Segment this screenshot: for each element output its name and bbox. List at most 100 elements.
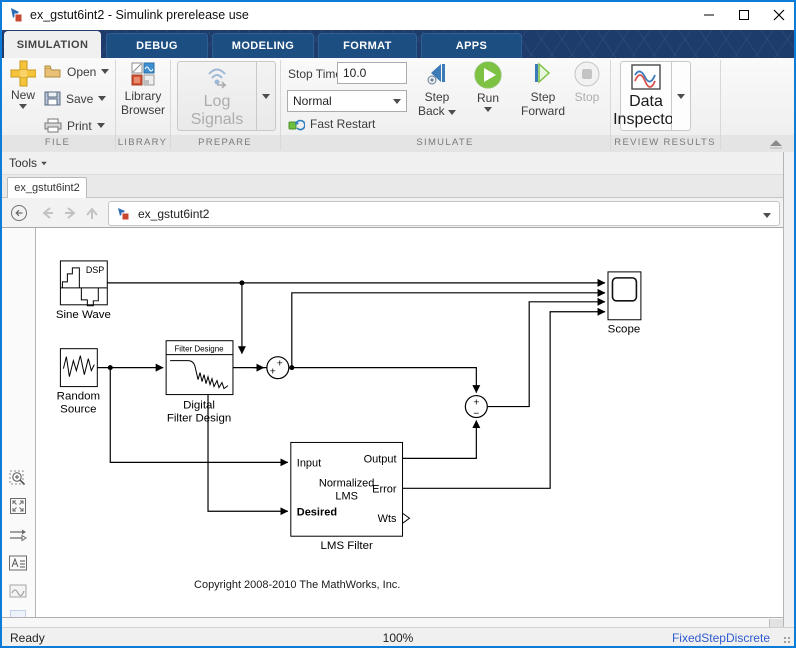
maximize-button[interactable] bbox=[727, 0, 761, 30]
step-back-icon bbox=[427, 64, 445, 85]
fit-to-view-icon[interactable] bbox=[8, 496, 28, 516]
step-forward-button[interactable]: Step Forward bbox=[518, 60, 568, 118]
random-source-block[interactable]: Random Source bbox=[57, 348, 100, 416]
fast-restart-icon bbox=[288, 119, 305, 130]
zoom-region-icon[interactable] bbox=[8, 468, 28, 488]
model-canvas[interactable]: DSP Sine Wave Random Source Filter Desig… bbox=[37, 228, 783, 617]
tab-debug[interactable]: DEBUG bbox=[106, 33, 208, 58]
model-address-bar[interactable]: ex_gstut6int2 bbox=[108, 201, 780, 226]
block-center-label: LMS bbox=[335, 490, 358, 502]
tab-simulation[interactable]: SIMULATION bbox=[4, 31, 101, 58]
log-signals-icon bbox=[208, 68, 227, 89]
open-button[interactable]: Open bbox=[44, 64, 110, 79]
filter-header: Filter Designe bbox=[174, 345, 224, 354]
stop-time-input[interactable]: 10.0 bbox=[337, 62, 407, 84]
fast-restart-toggle[interactable]: Fast Restart bbox=[288, 117, 375, 131]
caret-down-icon bbox=[98, 96, 107, 101]
caret-down-icon bbox=[262, 93, 270, 99]
log-signals-button[interactable]: Log Signals bbox=[177, 61, 257, 131]
caret-down-icon bbox=[763, 212, 771, 218]
tools-menu[interactable]: Tools bbox=[9, 156, 37, 170]
annotation-icon[interactable] bbox=[8, 553, 28, 573]
dsp-badge: DSP bbox=[86, 265, 104, 275]
caret-down-icon bbox=[96, 123, 105, 128]
library-browser-icon bbox=[131, 62, 155, 86]
block-label: Sine Wave bbox=[56, 309, 111, 321]
block-label: LMS Filter bbox=[321, 540, 373, 552]
run-button[interactable]: Run bbox=[466, 60, 510, 112]
sum-sign: + bbox=[473, 398, 479, 409]
port-label: Output bbox=[364, 453, 397, 465]
document-tab-bar: ex_gstut6int2 bbox=[0, 175, 796, 198]
sum-block-1[interactable]: + + bbox=[266, 356, 290, 380]
stop-button: Stop bbox=[570, 60, 604, 104]
scope-block[interactable]: Scope bbox=[607, 271, 642, 336]
port-label: Desired bbox=[297, 506, 337, 518]
stop-icon bbox=[574, 61, 600, 87]
right-margin bbox=[783, 152, 796, 627]
prepare-section-label: PREPARE bbox=[198, 137, 252, 148]
digital-filter-design-block[interactable]: Filter Designe Digital Filter Design bbox=[165, 340, 234, 425]
caret-down-icon bbox=[41, 161, 47, 165]
sum-sign: + bbox=[270, 367, 276, 378]
navigation-bar: ex_gstut6int2 bbox=[0, 198, 796, 228]
run-icon bbox=[474, 61, 502, 89]
address-dropdown[interactable] bbox=[763, 207, 771, 221]
close-button[interactable] bbox=[762, 0, 796, 30]
library-browser-button[interactable]: Library Browser bbox=[119, 62, 167, 117]
back-button bbox=[40, 206, 56, 225]
simulation-mode-select[interactable]: Normal bbox=[287, 90, 407, 112]
tab-apps[interactable]: APPS bbox=[421, 33, 522, 58]
document-tab[interactable]: ex_gstut6int2 bbox=[7, 177, 87, 198]
status-bar: Ready 100% FixedStepDiscrete bbox=[0, 627, 796, 646]
forward-button bbox=[62, 206, 78, 225]
lms-filter-block[interactable]: Input Desired Output Error Wts Normalize… bbox=[290, 441, 411, 552]
caret-down-icon bbox=[101, 69, 110, 74]
breadcrumb-model-name: ex_gstut6int2 bbox=[138, 206, 210, 221]
model-badge-icon bbox=[116, 206, 132, 222]
block-label: Random bbox=[57, 391, 100, 403]
caret-down-icon bbox=[484, 107, 492, 112]
data-inspector-caret[interactable] bbox=[672, 61, 691, 131]
caret-down-icon bbox=[19, 104, 27, 109]
log-signals-caret[interactable] bbox=[257, 61, 276, 131]
copyright-annotation: Copyright 2008-2010 The MathWorks, Inc. bbox=[194, 579, 400, 591]
window-title: ex_gstut6int2 - Simulink prerelease use bbox=[30, 8, 249, 22]
up-to-parent-button bbox=[84, 206, 100, 225]
minimize-button[interactable] bbox=[692, 0, 726, 30]
step-forward-icon bbox=[535, 62, 551, 84]
tab-modeling[interactable]: MODELING bbox=[212, 33, 314, 58]
sine-wave-block[interactable]: DSP Sine Wave bbox=[56, 260, 111, 321]
simulink-app-icon bbox=[8, 6, 26, 29]
signal-routing-icon[interactable] bbox=[8, 525, 28, 545]
block-diagram: DSP Sine Wave Random Source Filter Desig… bbox=[56, 260, 642, 591]
stop-time-label: Stop Time bbox=[288, 67, 343, 81]
data-inspector-icon bbox=[631, 64, 661, 90]
open-folder-icon bbox=[44, 65, 61, 78]
step-back-button[interactable]: Step Back bbox=[414, 60, 460, 118]
port-label: Input bbox=[297, 457, 321, 469]
caret-down-icon bbox=[393, 98, 401, 104]
horizontal-scrollbar[interactable] bbox=[0, 617, 783, 628]
save-floppy-icon bbox=[44, 91, 61, 106]
title-bar: ex_gstut6int2 - Simulink prerelease use bbox=[0, 0, 796, 30]
resize-grip[interactable] bbox=[783, 636, 791, 644]
image-annotation-icon bbox=[8, 581, 28, 601]
solver-link[interactable]: FixedStepDiscrete bbox=[672, 631, 770, 645]
save-button[interactable]: Save bbox=[44, 91, 107, 106]
sum-block-2[interactable]: + − bbox=[464, 394, 488, 420]
caret-down-icon bbox=[677, 93, 685, 99]
new-button[interactable]: New bbox=[6, 60, 40, 109]
simulate-section-label: SIMULATE bbox=[416, 137, 474, 148]
data-inspector-button[interactable]: Data Inspector bbox=[613, 61, 679, 131]
block-label: Filter Design bbox=[167, 413, 231, 425]
print-icon bbox=[44, 118, 62, 133]
block-label: Source bbox=[60, 404, 96, 416]
canvas-tool-palette bbox=[0, 228, 36, 626]
tab-format[interactable]: FORMAT bbox=[318, 33, 417, 58]
new-plus-icon bbox=[10, 60, 36, 87]
port-label: Error bbox=[372, 483, 397, 495]
hide-explorer-bar-button[interactable] bbox=[10, 204, 28, 227]
print-button[interactable]: Print bbox=[44, 118, 105, 133]
review-section-label: REVIEW RESULTS bbox=[614, 137, 716, 148]
